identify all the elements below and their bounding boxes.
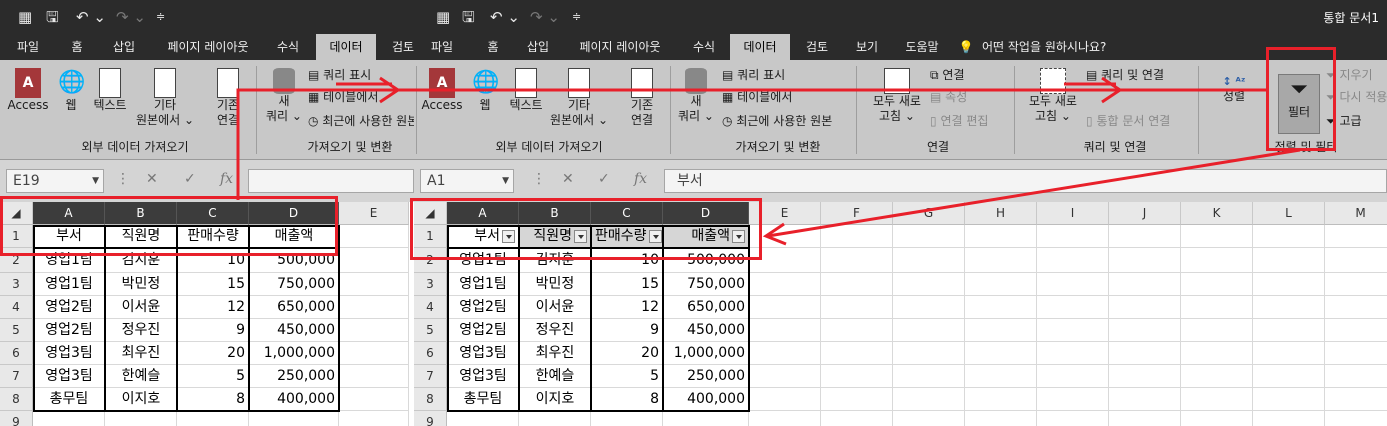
arrow-line-4 <box>767 148 1301 238</box>
annotation-arrows <box>236 76 1301 246</box>
arrow-line <box>236 88 1266 200</box>
